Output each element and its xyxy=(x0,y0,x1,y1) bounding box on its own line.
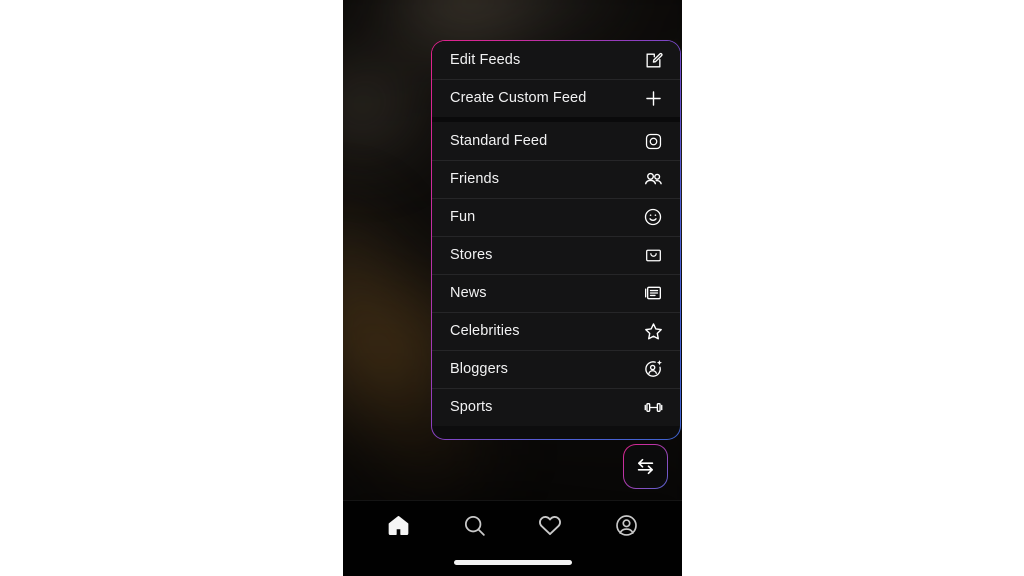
menu-item-label: Edit Feeds xyxy=(450,52,521,68)
tab-profile[interactable] xyxy=(604,503,648,547)
profile-icon xyxy=(614,513,639,538)
menu-item-label: News xyxy=(450,285,487,301)
menu-item-label: Sports xyxy=(450,399,493,415)
camera-icon xyxy=(642,130,664,152)
feed-menu-group-feeds: Standard Feed Friends Fun Stores News Ce… xyxy=(432,122,680,426)
heart-icon xyxy=(537,512,563,538)
menu-item-edit-feeds[interactable]: Edit Feeds xyxy=(432,41,680,79)
menu-item-bloggers[interactable]: Bloggers xyxy=(432,350,680,388)
person-sparkle-icon xyxy=(642,358,664,380)
tab-row xyxy=(343,501,682,549)
menu-item-label: Bloggers xyxy=(450,361,509,377)
feed-selector-menu: Edit Feeds Create Custom Feed Standard F… xyxy=(431,40,681,440)
feed-menu-group-actions: Edit Feeds Create Custom Feed xyxy=(432,41,680,117)
menu-item-label: Fun xyxy=(450,209,476,225)
edit-square-icon xyxy=(642,49,664,71)
tab-activity[interactable] xyxy=(528,503,572,547)
dumbbell-icon xyxy=(642,396,664,418)
menu-item-label: Stores xyxy=(450,247,493,263)
menu-item-label: Standard Feed xyxy=(450,133,548,149)
phone-screen: Edit Feeds Create Custom Feed Standard F… xyxy=(343,0,682,576)
swap-arrows-icon xyxy=(634,455,657,478)
menu-item-create-custom-feed[interactable]: Create Custom Feed xyxy=(432,79,680,117)
newspaper-icon xyxy=(642,282,664,304)
star-icon xyxy=(642,320,664,342)
menu-item-fun[interactable]: Fun xyxy=(432,198,680,236)
smiley-icon xyxy=(642,206,664,228)
plus-icon xyxy=(642,87,664,109)
menu-item-label: Celebrities xyxy=(450,323,520,339)
shopping-bag-icon xyxy=(642,244,664,266)
menu-item-label: Friends xyxy=(450,171,500,187)
menu-item-celebrities[interactable]: Celebrities xyxy=(432,312,680,350)
menu-item-label: Create Custom Feed xyxy=(450,90,587,106)
menu-item-news[interactable]: News xyxy=(432,274,680,312)
menu-item-sports[interactable]: Sports xyxy=(432,388,680,426)
home-indicator xyxy=(453,560,572,565)
tab-search[interactable] xyxy=(453,503,497,547)
home-icon xyxy=(386,513,411,538)
bottom-tab-bar xyxy=(343,500,682,576)
menu-item-stores[interactable]: Stores xyxy=(432,236,680,274)
swap-feed-button[interactable] xyxy=(623,444,668,489)
menu-item-standard-feed[interactable]: Standard Feed xyxy=(432,122,680,160)
tab-home[interactable] xyxy=(377,503,421,547)
screenshot-canvas: Edit Feeds Create Custom Feed Standard F… xyxy=(0,0,1024,576)
menu-item-friends[interactable]: Friends xyxy=(432,160,680,198)
people-icon xyxy=(642,168,664,190)
search-icon xyxy=(462,513,487,538)
